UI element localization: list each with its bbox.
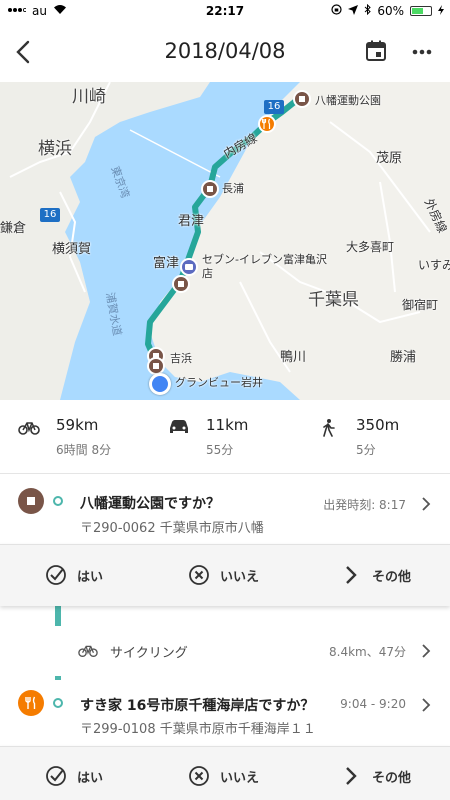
bicycle-icon (78, 645, 98, 658)
activity-label: サイクリング (110, 646, 188, 661)
map-label-chiba: 千葉県 (308, 290, 359, 310)
stat-bicycle-duration: 6時間 8分 (56, 443, 112, 457)
route-marker-futtsu[interactable] (172, 275, 190, 293)
map-label-isumi: いすみ (418, 258, 450, 272)
map-label-onjuku: 御宿町 (402, 298, 439, 312)
map-label-otaki: 大多喜町 (346, 240, 395, 254)
answer-no-label-2: いいえ (220, 770, 260, 786)
place-address-2: 〒299-0108 千葉県市原市千種海岸１１ (80, 722, 316, 737)
activity-meta: 8.4km、47分 (329, 645, 406, 659)
status-right: 60% (331, 3, 444, 18)
battery-icon (410, 6, 432, 16)
restaurant-icon (25, 696, 36, 709)
location-arrow-icon (348, 4, 359, 18)
answer-other-button-1[interactable]: その他 (340, 564, 411, 586)
bluetooth-icon (364, 3, 372, 18)
route-marker-nagaura[interactable] (201, 180, 219, 198)
map-label-yawata-park: 八幡運動公園 (315, 94, 381, 107)
route-marker-restaurant[interactable] (258, 115, 276, 133)
timeline-place-sukiya[interactable]: すき家 16号市原千種海岸店ですか？ 〒299-0108 千葉県市原市千種海岸１… (0, 680, 450, 746)
more-horizontal-icon (412, 49, 432, 55)
place-pin-2 (18, 690, 44, 716)
map-label-futtsu: 富津 (153, 256, 180, 271)
stat-walk-distance: 350m (356, 416, 400, 434)
map-label-yoshihama: 吉浜 (170, 352, 192, 365)
answer-no-button-2[interactable]: いいえ (188, 765, 259, 787)
answer-yes-label-2: はい (77, 770, 104, 786)
map-label-kawasaki: 川崎 (72, 87, 106, 107)
check-circle-icon (46, 766, 66, 786)
answer-other-label-1: その他 (372, 569, 412, 585)
stat-car-distance: 11km (206, 416, 249, 434)
route-shield-16-left: 16 (40, 208, 60, 222)
answer-no-label-1: いいえ (220, 569, 260, 585)
chevron-right-icon (422, 497, 431, 511)
answer-other-button-2[interactable]: その他 (340, 765, 411, 787)
confirm-bar-1: はい いいえ その他 (0, 544, 450, 606)
map-label-nagaura: 長浦 (222, 182, 244, 195)
route-marker-yawata[interactable] (293, 90, 311, 108)
place-pin-1 (18, 488, 44, 514)
map-label-kamakura: 鎌倉 (0, 221, 27, 236)
confirm-bar-2: はい いいえ その他 (0, 746, 450, 800)
answer-no-button-1[interactable]: いいえ (188, 564, 259, 586)
bicycle-icon (18, 419, 40, 435)
chevron-right-icon (346, 767, 357, 785)
chevron-right-icon (346, 566, 357, 584)
app-header: 2018/04/08 (0, 22, 450, 82)
map-label-kamogawa: 鴨川 (280, 350, 307, 365)
more-options-button[interactable] (410, 40, 434, 64)
map-label-mobara: 茂原 (376, 151, 403, 166)
check-circle-icon (46, 565, 66, 585)
map-label-yokohama: 横浜 (38, 139, 72, 159)
map-label-kimitsu: 君津 (178, 214, 205, 229)
car-icon (168, 419, 190, 435)
place-time-2: 9:04 - 9:20 (340, 697, 406, 711)
trip-stats: 59km 6時間 8分 11km 55分 350m 5分 (0, 400, 450, 474)
charging-icon (438, 4, 444, 18)
cancel-circle-icon (189, 766, 209, 786)
place-address-1: 〒290-0062 千葉県市原市八幡 (80, 521, 264, 536)
answer-yes-button-2[interactable]: はい (45, 765, 103, 787)
chevron-right-icon (422, 698, 431, 712)
stat-car-duration: 55分 (206, 443, 234, 457)
current-location-dot (149, 373, 171, 395)
map-label-granview: グランビュー岩井 (175, 376, 263, 389)
map-label-seven-eleven: セブン-イレブン富津亀沢 店 (202, 253, 327, 280)
stat-bicycle-distance: 59km (56, 416, 99, 434)
answer-yes-label-1: はい (77, 569, 104, 585)
stat-walk-duration: 5分 (356, 443, 376, 457)
walking-icon (318, 419, 340, 437)
timeline-node-1 (53, 496, 63, 506)
answer-yes-button-1[interactable]: はい (45, 564, 103, 586)
timeline-activity-cycling[interactable]: サイクリング 8.4km、47分 (0, 626, 450, 676)
route-map[interactable]: 16 16 川崎 横浜 鎌倉 横須賀 東京湾 浦賀水道 内房線 八幡運動公園 長… (0, 82, 450, 400)
orientation-lock-icon (331, 4, 342, 18)
status-bar: au 22:17 60% (0, 0, 450, 22)
timeline-place-yawata[interactable]: 八幡運動公園ですか？ 〒290-0062 千葉県市原市八幡 出発時刻: 8:17 (0, 476, 450, 544)
answer-other-label-2: その他 (372, 770, 412, 786)
battery-percent: 60% (377, 4, 404, 18)
place-name-1: 八幡運動公園ですか？ (80, 496, 220, 512)
timeline-node-2 (53, 698, 63, 708)
restaurant-icon (261, 118, 271, 129)
route-marker-seven[interactable] (180, 258, 198, 276)
chevron-right-icon (422, 644, 431, 658)
calendar-icon (366, 40, 386, 61)
route-shield-16-top: 16 (264, 100, 284, 114)
cancel-circle-icon (189, 565, 209, 585)
place-name-2: すき家 16号市原千種海岸店ですか？ (80, 698, 315, 714)
map-label-katsuura: 勝浦 (390, 350, 417, 365)
place-time-1: 出発時刻: 8:17 (323, 498, 406, 512)
calendar-button[interactable] (364, 39, 388, 63)
map-label-yokosuka: 横須賀 (52, 242, 92, 257)
